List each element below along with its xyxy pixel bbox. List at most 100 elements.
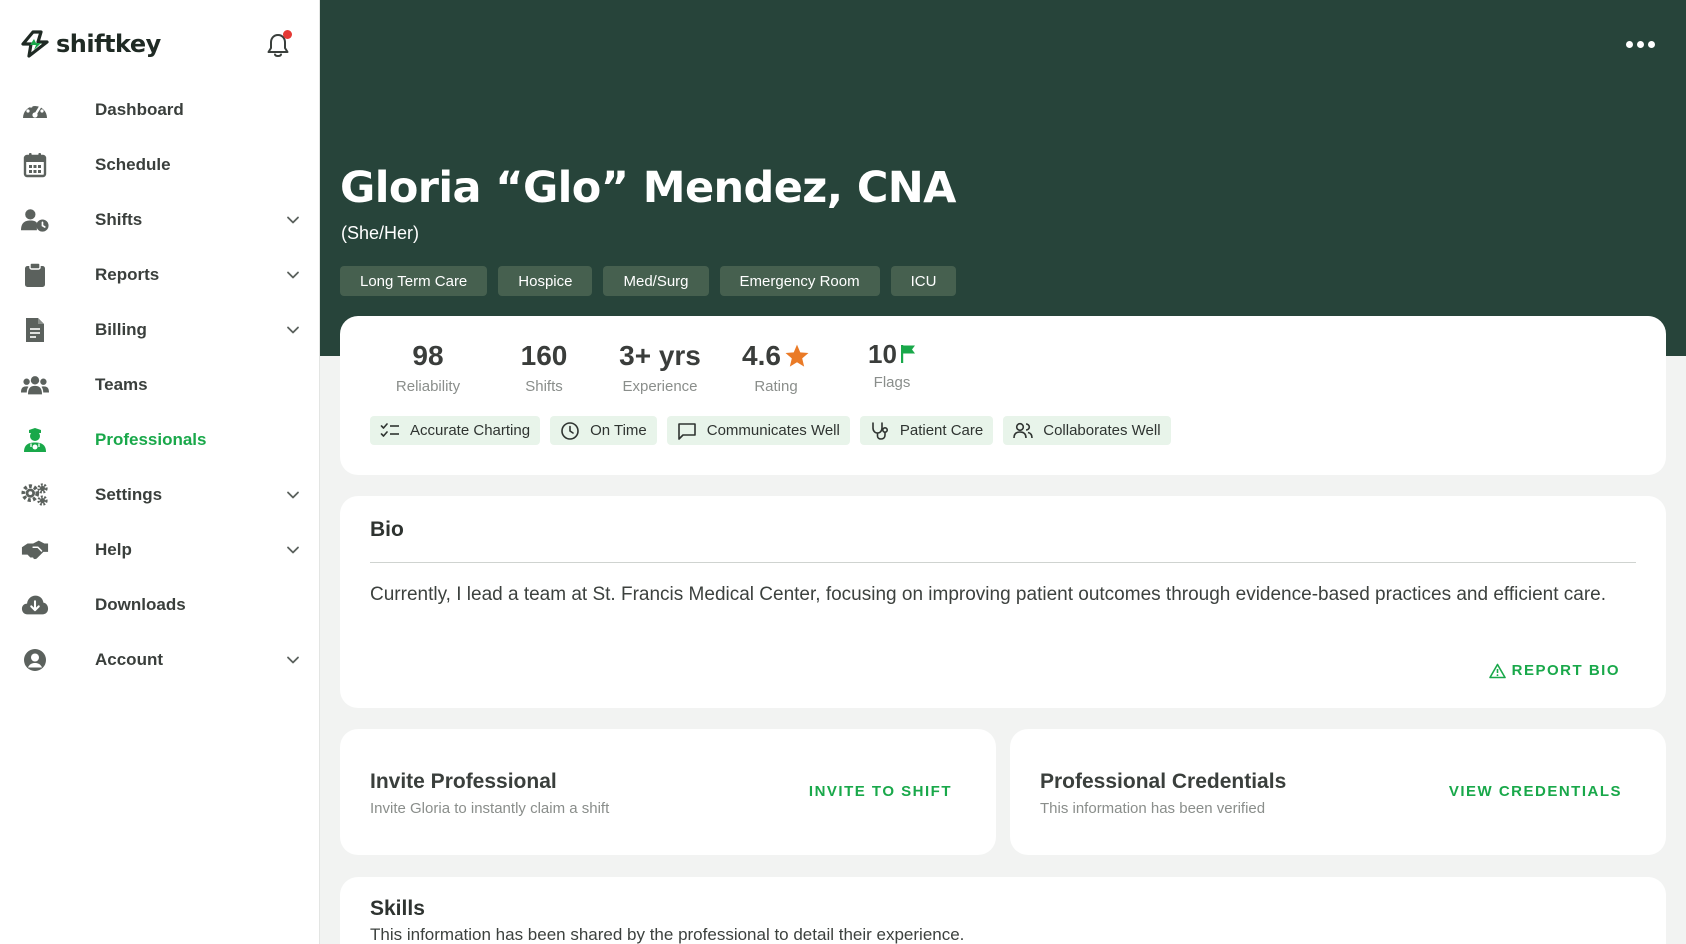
people-icon — [1013, 422, 1034, 438]
stat-experience: 3+ yrs Experience — [602, 338, 718, 395]
stat-label: Shifts — [525, 378, 563, 395]
skills-card: Skills This information has been shared … — [340, 877, 1666, 944]
badge-collaborates-well: Collaborates Well — [1003, 416, 1171, 445]
stat-shifts: 160 Shifts — [486, 338, 602, 395]
stat-value: 4.6 — [742, 340, 781, 371]
sidebar-item-settings[interactable]: Settings — [0, 467, 320, 522]
user-clock-icon — [21, 207, 49, 233]
sidebar-item-label: Teams — [95, 374, 148, 394]
stat-label: Rating — [754, 378, 798, 395]
badge-communicates-well: Communicates Well — [666, 416, 850, 445]
specialty-tag: Hospice — [498, 266, 593, 296]
flag-icon — [900, 345, 915, 363]
divider — [370, 562, 1636, 563]
badge-patient-care: Patient Care — [859, 416, 994, 445]
stat-reliability: 98 Reliability — [370, 338, 486, 395]
report-bio-label: REPORT BIO — [1511, 662, 1620, 679]
sidebar-item-label: Settings — [95, 484, 163, 504]
specialty-tag: Med/Surg — [603, 266, 709, 296]
credentials-title: Professional Credentials — [1040, 770, 1287, 793]
bio-card: Bio Currently, I lead a team at St. Fran… — [340, 496, 1666, 708]
more-options-button[interactable] — [1626, 38, 1658, 50]
specialty-tag: Emergency Room — [719, 266, 880, 296]
users-icon — [21, 372, 49, 398]
chevron-down-icon — [287, 546, 299, 553]
invoice-icon — [21, 317, 49, 343]
stat-value: 10 — [868, 338, 897, 369]
credentials-card: Professional Credentials This informatio… — [1010, 729, 1666, 855]
unread-dot — [283, 30, 292, 39]
shiftkey-logo-icon — [21, 30, 49, 58]
specialty-tags: Long Term Care Hospice Med/Surg Emergenc… — [340, 266, 957, 296]
badge-label: Patient Care — [899, 422, 984, 439]
calendar-icon — [21, 152, 49, 178]
bio-title: Bio — [370, 518, 404, 541]
badge-label: Collaborates Well — [1043, 422, 1161, 439]
badge-on-time: On Time — [550, 416, 657, 445]
sidebar-item-label: Schedule — [95, 154, 171, 174]
endorsement-badges: Accurate Charting On Time Communicates W… — [370, 416, 1171, 445]
sidebar-item-shifts[interactable]: Shifts — [0, 192, 320, 247]
specialty-tag: ICU — [890, 266, 957, 296]
sidebar-nav: Dashboard Schedule Shifts Reports Billin… — [0, 82, 320, 687]
dot-icon — [1626, 40, 1633, 48]
professional-name: Gloria “Glo” Mendez, CNA — [340, 163, 956, 213]
invite-to-shift-button[interactable]: INVITE TO SHIFT — [809, 783, 952, 800]
specialty-tag: Long Term Care — [340, 266, 488, 296]
dot-icon — [1648, 40, 1655, 48]
sidebar-item-label: Account — [95, 649, 163, 669]
warning-triangle-icon — [1488, 663, 1506, 678]
sidebar-item-downloads[interactable]: Downloads — [0, 577, 320, 632]
pronouns: (She/Her) — [341, 223, 420, 243]
chevron-down-icon — [287, 491, 299, 498]
chevron-down-icon — [287, 271, 299, 278]
skills-title: Skills — [370, 897, 425, 920]
stat-value: 160 — [520, 340, 568, 371]
stats-card: 98 Reliability 160 Shifts 3+ yrs Experie… — [340, 316, 1666, 475]
sidebar-item-schedule[interactable]: Schedule — [0, 137, 320, 192]
dot-icon — [1637, 40, 1644, 48]
stat-label: Reliability — [395, 378, 461, 395]
sidebar-item-dashboard[interactable]: Dashboard — [0, 82, 320, 137]
stethoscope-icon — [872, 421, 888, 440]
sidebar-item-label: Reports — [95, 264, 160, 284]
badge-label: Communicates Well — [706, 422, 840, 439]
chevron-down-icon — [287, 656, 299, 663]
badge-label: On Time — [590, 422, 647, 439]
brand-name: shiftkey — [56, 30, 161, 58]
invite-card: Invite Professional Invite Gloria to ins… — [340, 729, 996, 855]
clipboard-icon — [21, 261, 49, 288]
stat-flags[interactable]: 10 Flags — [834, 338, 950, 395]
sidebar-item-professionals[interactable]: Professionals — [0, 412, 320, 467]
star-icon — [785, 344, 809, 367]
stat-label: Flags — [873, 374, 911, 391]
chevron-down-icon — [287, 326, 299, 333]
invite-title: Invite Professional — [370, 770, 557, 793]
gears-icon — [21, 482, 49, 508]
stat-rating: 4.6 Rating — [718, 338, 834, 395]
stat-label: Experience — [622, 378, 698, 395]
sidebar-item-label: Billing — [95, 319, 147, 339]
invite-subtitle: Invite Gloria to instantly claim a shift — [370, 800, 610, 817]
badge-accurate-charting: Accurate Charting — [370, 416, 541, 445]
sidebar-item-label: Help — [95, 539, 132, 559]
view-credentials-button[interactable]: VIEW CREDENTIALS — [1449, 783, 1622, 800]
cloud-download-icon — [21, 592, 49, 618]
sidebar-item-teams[interactable]: Teams — [0, 357, 320, 412]
sidebar-item-account[interactable]: Account — [0, 632, 320, 687]
sidebar-item-help[interactable]: Help — [0, 522, 320, 577]
chevron-down-icon — [287, 216, 299, 223]
brand-logo[interactable]: shiftkey — [20, 28, 161, 60]
skills-subtitle: This information has been shared by the … — [370, 925, 965, 944]
credentials-subtitle: This information has been verified — [1040, 800, 1266, 817]
sidebar-item-reports[interactable]: Reports — [0, 247, 320, 302]
clock-icon — [561, 421, 579, 440]
gauge-icon — [21, 97, 49, 123]
report-bio-button[interactable]: REPORT BIO — [1488, 662, 1620, 679]
checklist-icon — [380, 422, 399, 437]
chat-bubble-icon — [677, 422, 696, 440]
sidebar: shiftkey Dashboard Schedule Shifts Repor… — [0, 0, 320, 944]
sidebar-item-billing[interactable]: Billing — [0, 302, 320, 357]
bio-text: Currently, I lead a team at St. Francis … — [370, 584, 1607, 605]
notifications-bell[interactable] — [266, 30, 292, 58]
